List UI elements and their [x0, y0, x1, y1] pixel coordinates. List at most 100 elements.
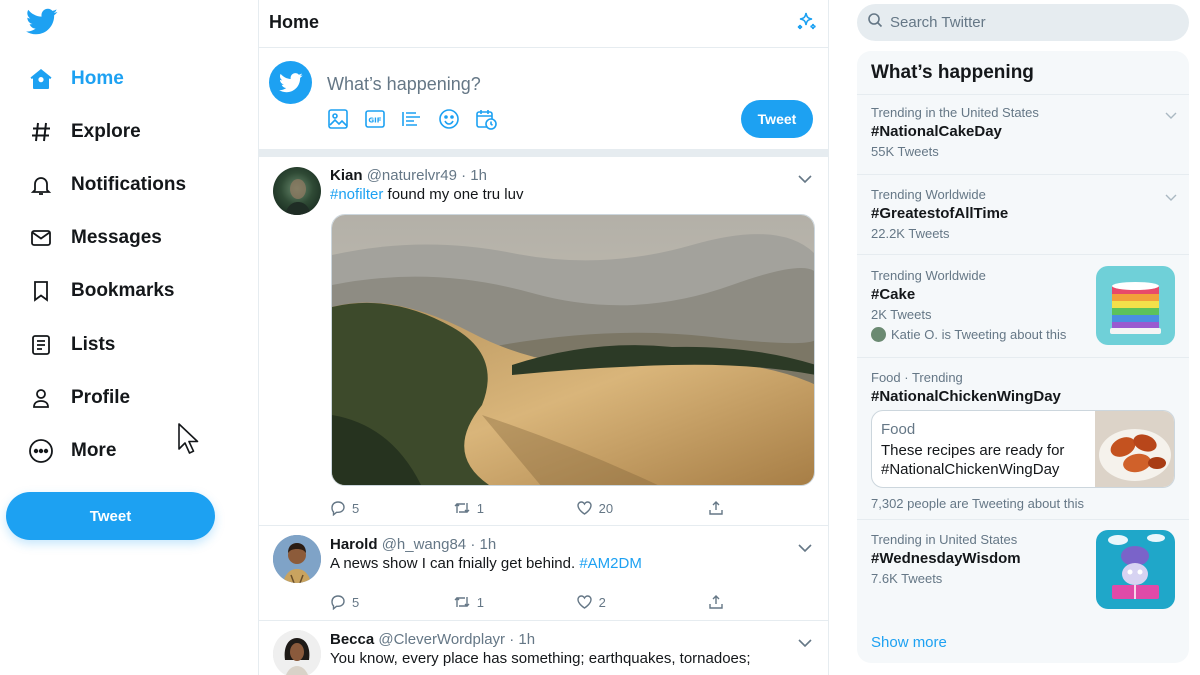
reply-icon	[331, 595, 345, 610]
trends-title: What’s happening	[871, 62, 1034, 83]
like-button[interactable]: 20	[576, 500, 708, 516]
trend-count: 7,302 people are Tweeting about this	[871, 496, 1084, 511]
reply-button[interactable]: 5	[330, 500, 453, 516]
search-icon	[867, 12, 883, 33]
avatar[interactable]	[273, 167, 321, 215]
chevron-down-icon[interactable]	[798, 540, 812, 553]
reply-icon	[331, 501, 345, 516]
user-handle[interactable]: @h_wang84	[382, 536, 466, 553]
cake-image[interactable]	[1096, 266, 1175, 345]
twitter-bird-logo-icon[interactable]	[26, 8, 58, 36]
trend-count: 7.6K Tweets	[871, 571, 943, 586]
divider	[259, 149, 828, 157]
trend-item[interactable]: Trending in United States #WednesdayWisd…	[857, 519, 1189, 619]
tweet-button[interactable]: Tweet	[6, 492, 215, 540]
avatar[interactable]	[269, 61, 312, 104]
retweet-button[interactable]: 1	[453, 594, 576, 610]
share-icon[interactable]	[708, 500, 730, 516]
trend-count: 55K Tweets	[871, 144, 939, 159]
chevron-down-icon[interactable]	[798, 635, 812, 648]
user-name[interactable]: Becca	[330, 631, 374, 648]
user-handle[interactable]: @CleverWordplayr	[378, 631, 505, 648]
nav-explore[interactable]: Explore	[28, 117, 141, 147]
tweet-text: You know, every place has something; ear…	[330, 650, 751, 667]
mouse-cursor-icon	[178, 423, 200, 460]
retweet-button[interactable]: 1	[453, 500, 576, 516]
emoji-icon[interactable]	[438, 108, 460, 135]
like-count: 2	[598, 594, 606, 610]
person-icon	[28, 385, 54, 411]
user-name[interactable]: Harold	[330, 536, 378, 553]
nav-label: Profile	[71, 387, 131, 408]
retweet-count: 1	[476, 500, 485, 516]
show-more-link[interactable]: Show more	[871, 634, 947, 651]
user-name[interactable]: Kian	[330, 167, 363, 184]
trend-item[interactable]: Trending in the United States #NationalC…	[857, 94, 1189, 174]
compose-input[interactable]: What’s happening?	[327, 74, 481, 95]
nav-notifications[interactable]: Notifications	[28, 170, 186, 200]
trend-context: Food · Trending	[871, 370, 963, 385]
tweet-header: Becca @CleverWordplayr · 1h	[330, 631, 535, 648]
tweet-time[interactable]: · 1h	[509, 631, 535, 648]
image-icon[interactable]	[327, 108, 349, 135]
trend-item[interactable]: Trending Worldwide #Cake 2K Tweets Katie…	[857, 254, 1189, 357]
hash-icon	[28, 119, 54, 145]
tweet-text: #nofilter found my one tru luv	[330, 186, 523, 203]
chevron-down-icon[interactable]	[1165, 107, 1177, 125]
trend-count: 22.2K Tweets	[871, 226, 950, 241]
like-count: 20	[598, 500, 614, 516]
trend-card[interactable]: Food These recipes are ready for #Nation…	[871, 410, 1175, 488]
schedule-icon[interactable]	[475, 108, 497, 135]
search-placeholder: Search Twitter	[890, 14, 986, 31]
nav-bookmarks[interactable]: Bookmarks	[28, 276, 175, 306]
user-handle[interactable]: @naturelvr49	[367, 167, 457, 184]
trend-item[interactable]: Food · Trending #NationalChickenWingDay …	[857, 357, 1189, 519]
nav-profile[interactable]: Profile	[28, 383, 130, 413]
compose-tweet-button[interactable]: Tweet	[741, 100, 813, 138]
card-label: Food	[881, 421, 916, 438]
nav-label: Lists	[71, 334, 116, 355]
tweet-body: A news show I can fnially get behind.	[330, 555, 580, 572]
card-description: These recipes are ready for #NationalChi…	[881, 442, 1065, 478]
chevron-down-icon[interactable]	[1165, 189, 1177, 207]
gif-icon[interactable]: GIF	[364, 108, 386, 135]
tweet-text: A news show I can fnially get behind. #A…	[330, 555, 642, 572]
nav-more[interactable]: More	[28, 436, 116, 466]
chevron-down-icon[interactable]	[798, 171, 812, 184]
tweet-time[interactable]: · 1h	[461, 167, 487, 184]
poll-icon[interactable]	[401, 108, 423, 135]
like-button[interactable]: 2	[576, 594, 708, 610]
svg-text:GIF: GIF	[368, 117, 381, 125]
share-icon[interactable]	[708, 594, 730, 610]
nav-messages[interactable]: Messages	[28, 223, 162, 253]
trends-panel: What’s happening Trending in the United …	[857, 51, 1189, 663]
hashtag-link[interactable]: #nofilter	[330, 186, 383, 203]
avatar[interactable]	[273, 630, 321, 675]
tweet[interactable]: Kian @naturelvr49 · 1h #nofilter found m…	[259, 157, 828, 526]
reply-count: 5	[352, 500, 360, 516]
nav-lists[interactable]: Lists	[28, 330, 115, 360]
avatar[interactable]	[273, 535, 321, 583]
right-sidebar: Search Twitter What’s happening Trending…	[857, 0, 1200, 675]
tweet[interactable]: Harold @h_wang84 · 1h A news show I can …	[259, 526, 828, 621]
trend-item[interactable]: Trending Worldwide #GreatestofAllTime 22…	[857, 174, 1189, 254]
tweet-actions: 5 1 20	[330, 500, 730, 516]
trend-context: Trending in the United States	[871, 105, 1039, 120]
tweet[interactable]: Becca @CleverWordplayr · 1h You know, ev…	[259, 621, 828, 675]
tweet-header: Harold @h_wang84 · 1h	[330, 536, 496, 553]
sparkle-icon[interactable]	[794, 10, 818, 39]
search-input[interactable]: Search Twitter	[857, 4, 1189, 41]
trend-count: 2K Tweets	[871, 307, 932, 322]
tweet-image-landscape[interactable]	[331, 214, 815, 486]
wednesday-wisdom-image[interactable]	[1096, 530, 1175, 609]
nav-label: Bookmarks	[71, 280, 175, 301]
reply-button[interactable]: 5	[330, 594, 453, 610]
envelope-icon	[28, 225, 54, 251]
compose-toolbar: GIF	[327, 108, 497, 135]
tweet-time[interactable]: · 1h	[470, 536, 496, 553]
retweet-icon	[454, 503, 470, 513]
nav-home[interactable]: Home	[28, 64, 124, 94]
left-nav: Home Explore Notifications Messages Book…	[0, 0, 258, 675]
hashtag-link[interactable]: #AM2DM	[579, 555, 642, 572]
trend-tag: #NationalCakeDay	[871, 123, 1002, 140]
